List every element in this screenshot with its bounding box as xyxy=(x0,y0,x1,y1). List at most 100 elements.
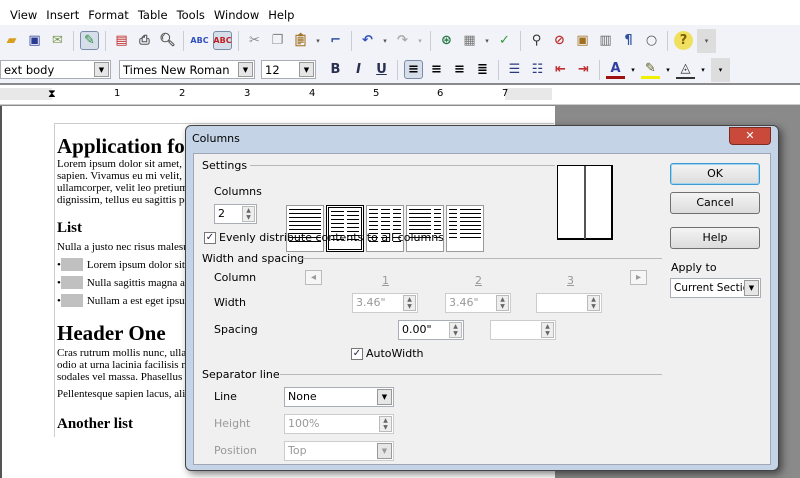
width-spacing-label: Width and spacing xyxy=(202,252,305,265)
chevron-down-icon[interactable]: ▼ xyxy=(377,443,392,459)
chevron-down-icon[interactable]: ▼ xyxy=(377,389,392,405)
menu-window[interactable]: Window xyxy=(214,8,259,22)
height-stepper[interactable]: 100% ▲ ▼ xyxy=(284,414,394,434)
undo-dropdown-icon[interactable]: ▾ xyxy=(381,31,389,50)
position-select[interactable]: Top ▼ xyxy=(284,441,394,461)
redo-icon[interactable]: ↷ xyxy=(393,31,412,50)
background-dropdown-icon[interactable]: ▾ xyxy=(699,60,707,79)
autospellcheck-icon[interactable]: ABC xyxy=(213,31,232,50)
increase-indent-icon[interactable]: ⇥ xyxy=(574,60,593,79)
table-dropdown-icon[interactable]: ▾ xyxy=(483,31,491,50)
background-color-icon[interactable]: ◬ xyxy=(676,60,695,79)
font-name-combo[interactable]: Times New Roman ▼ xyxy=(119,60,255,79)
paste-icon[interactable]: 📋︎ xyxy=(291,31,310,50)
print-preview-icon[interactable]: 🔍︎ xyxy=(158,31,177,50)
stepper-arrows-icon[interactable]: ▲ ▼ xyxy=(587,295,600,311)
preset-left-wide[interactable] xyxy=(406,205,444,252)
stepper-arrows-icon[interactable]: ▲ ▼ xyxy=(496,295,509,311)
help-icon[interactable]: ? xyxy=(674,31,693,50)
bullets-icon[interactable]: ☷ xyxy=(528,60,547,79)
email-icon[interactable]: ✉ xyxy=(48,31,67,50)
chevron-down-icon[interactable]: ▼ xyxy=(94,62,109,77)
width-1-stepper[interactable]: 3.46" ▲ ▼ xyxy=(352,293,418,313)
checkbox-icon[interactable]: ✓ xyxy=(351,348,363,360)
autowidth-checkbox[interactable]: ✓ AutoWidth xyxy=(351,347,424,360)
zoom-icon[interactable]: ○ xyxy=(642,31,661,50)
stepper-arrows-icon[interactable]: ▲ ▼ xyxy=(449,322,462,338)
decrease-indent-icon[interactable]: ⇤ xyxy=(551,60,570,79)
columns-stepper[interactable]: 2 ▲ ▼ xyxy=(214,204,257,224)
evenly-distribute-checkbox[interactable]: ✓ Evenly distribute contents to all colum… xyxy=(204,231,444,244)
font-color-icon[interactable]: A xyxy=(606,60,625,79)
save-icon[interactable]: ▣ xyxy=(25,31,44,50)
undo-icon[interactable]: ↶ xyxy=(358,31,377,50)
redo-dropdown-icon[interactable]: ▾ xyxy=(416,31,424,50)
menu-insert[interactable]: Insert xyxy=(46,8,79,22)
justify-icon[interactable]: ≣ xyxy=(473,60,492,79)
stepper-arrows-icon[interactable]: ▲ ▼ xyxy=(379,416,392,432)
horizontal-ruler[interactable]: ⧗ 1 2 3 4 5 6 7 xyxy=(0,85,800,105)
stepper-arrows-icon[interactable]: ▲ ▼ xyxy=(242,206,255,222)
italic-button[interactable]: I xyxy=(349,60,368,79)
chevron-down-icon[interactable]: ▼ xyxy=(299,62,314,77)
underline-button[interactable]: U xyxy=(372,60,391,79)
chevron-down-icon[interactable]: ▼ xyxy=(238,62,253,77)
preset-right-wide[interactable] xyxy=(446,205,484,252)
arrow-right-icon[interactable]: ▸ xyxy=(630,270,647,285)
hyperlink-icon[interactable]: ⊛ xyxy=(437,31,456,50)
align-right-icon[interactable]: ≡ xyxy=(450,60,469,79)
paragraph-style-combo[interactable]: ext body ▼ xyxy=(0,60,111,79)
width-2-stepper[interactable]: 3.46" ▲ ▼ xyxy=(445,293,511,313)
close-button[interactable]: ✕ xyxy=(729,127,771,145)
formatting-marks-icon[interactable]: ¶ xyxy=(619,31,638,50)
highlight-dropdown-icon[interactable]: ▾ xyxy=(664,60,672,79)
stepper-arrows-icon[interactable]: ▲ ▼ xyxy=(541,322,554,338)
font-color-dropdown-icon[interactable]: ▾ xyxy=(629,60,637,79)
menu-format[interactable]: Format xyxy=(88,8,129,22)
arrow-left-icon[interactable]: ◂ xyxy=(305,270,322,285)
indent-marker-icon[interactable]: ⧗ xyxy=(48,87,56,101)
line-style-select[interactable]: None ▼ xyxy=(284,387,394,407)
list-item-text: Nulla sagittis magna at xyxy=(86,276,188,289)
navigator-icon[interactable]: ⊘ xyxy=(550,31,569,50)
draw-icon[interactable]: ✓ xyxy=(495,31,514,50)
edit-mode-icon[interactable]: ✎ xyxy=(80,31,99,50)
highlight-icon[interactable]: ✎ xyxy=(641,60,660,79)
chevron-down-icon[interactable]: ▼ xyxy=(744,280,759,296)
gallery-icon[interactable]: ▣ xyxy=(573,31,592,50)
toolbar-overflow-icon[interactable]: ▾ xyxy=(711,57,730,82)
spacing-2-stepper[interactable]: ▲ ▼ xyxy=(490,320,556,340)
menu-view[interactable]: View xyxy=(10,8,37,22)
cut-icon[interactable]: ✂ xyxy=(245,31,264,50)
align-left-icon[interactable]: ≡ xyxy=(404,60,423,79)
toolbar-overflow-icon[interactable]: ▾ xyxy=(697,28,716,53)
table-icon[interactable]: ▦ xyxy=(460,31,479,50)
align-center-icon[interactable]: ≡ xyxy=(427,60,446,79)
paste-dropdown-icon[interactable]: ▾ xyxy=(314,31,322,50)
font-size-combo[interactable]: 12 ▼ xyxy=(261,60,316,79)
menu-help[interactable]: Help xyxy=(268,8,294,22)
pdf-icon[interactable]: ▤ xyxy=(112,31,131,50)
menu-tools[interactable]: Tools xyxy=(177,8,205,22)
stepper-arrows-icon[interactable]: ▲ ▼ xyxy=(403,295,416,311)
help-button[interactable]: Help xyxy=(670,227,760,249)
numbering-icon[interactable]: ☰ xyxy=(505,60,524,79)
cancel-button[interactable]: Cancel xyxy=(670,192,760,214)
apply-to-select[interactable]: Current Section ▼ xyxy=(670,278,761,298)
bold-button[interactable]: B xyxy=(326,60,345,79)
width-3-stepper[interactable]: ▲ ▼ xyxy=(536,293,602,313)
preset-one-column[interactable] xyxy=(286,205,324,252)
preset-two-columns[interactable] xyxy=(326,205,364,252)
data-sources-icon[interactable]: ▥ xyxy=(596,31,615,50)
clone-format-icon[interactable]: ⌐ xyxy=(326,31,345,50)
preset-three-columns[interactable] xyxy=(366,205,404,252)
print-icon[interactable]: ⎙ xyxy=(135,31,154,50)
spacing-1-stepper[interactable]: 0.00" ▲ ▼ xyxy=(398,320,464,340)
copy-icon[interactable]: ❐ xyxy=(268,31,287,50)
checkbox-icon[interactable]: ✓ xyxy=(204,232,216,244)
open-icon[interactable]: ▰ xyxy=(2,31,21,50)
menu-table[interactable]: Table xyxy=(138,8,168,22)
ok-button[interactable]: OK xyxy=(670,163,760,185)
find-icon[interactable]: ⚲ xyxy=(527,31,546,50)
spellcheck-icon[interactable]: ABC xyxy=(190,31,209,50)
